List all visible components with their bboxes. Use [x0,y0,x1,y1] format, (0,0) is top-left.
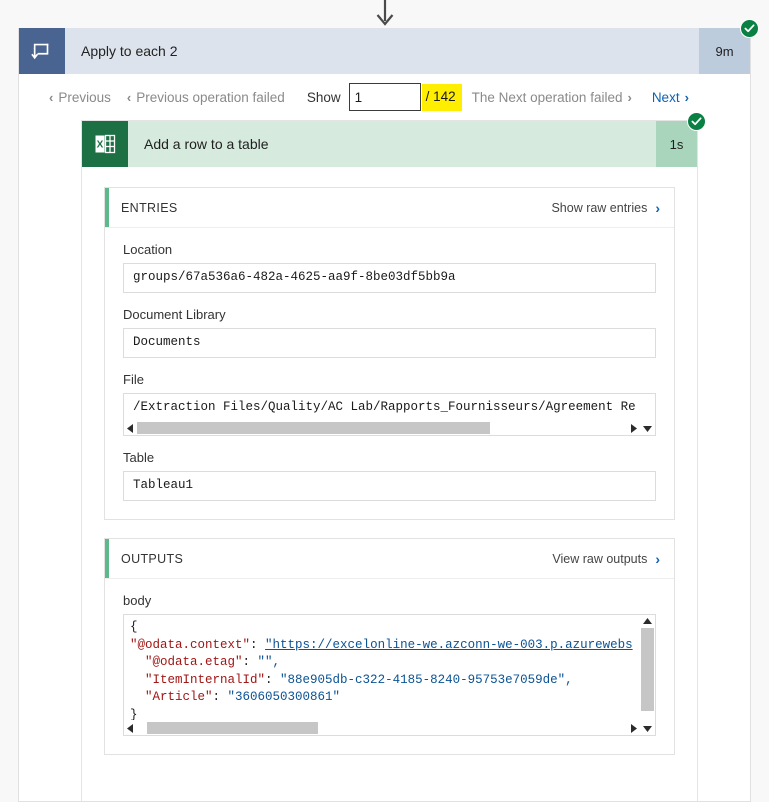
scrollbar-track[interactable] [137,721,627,735]
scrollbar-track[interactable] [640,394,655,422]
field-value[interactable]: Documents [123,328,656,358]
field-label: body [123,593,152,608]
scrollbar-thumb[interactable] [137,422,490,434]
next-button[interactable]: Next › [652,90,689,105]
code-line: "Article": "3606050300861" [130,690,341,704]
field-file-content: /Extraction Files/Quality/AC Lab/Rapport… [124,394,640,435]
scroll-right-icon[interactable] [627,721,640,735]
action-card-wrapper: X Add a row to a table 1s ENTRIES Show r… [81,112,706,801]
previous-failed-button[interactable]: ‹ Previous operation failed [127,90,285,105]
scrollbar-track[interactable] [137,421,627,435]
action-title: Add a row to a table [144,136,269,152]
outputs-body-code-box: { "@odata.context": "https://excelonline-… [123,614,656,736]
svg-text:X: X [97,140,104,151]
outputs-section-header: OUTPUTS View raw outputs › [105,539,674,579]
field-document-library: Document Library Documents [123,307,656,358]
code-line: "ItemInternalId": "88e905db-c322-4185-82… [130,672,573,687]
chevron-left-icon: ‹ [126,89,132,105]
code-line: { [130,620,138,634]
outputs-section: OUTPUTS View raw outputs › body { "@odata… [104,538,675,755]
next-failed-button[interactable]: The Next operation failed › [472,90,632,105]
view-raw-outputs-link[interactable]: View raw outputs › [552,552,660,566]
field-body: body { "@odata.context": "https://excelon… [123,593,656,736]
field-file-box: /Extraction Files/Quality/AC Lab/Rapport… [123,393,656,436]
vertical-scrollbar[interactable] [640,394,655,435]
chevron-right-icon: › [655,199,660,216]
action-body: ENTRIES Show raw entries › Location grou… [82,167,697,801]
scrollbar-thumb[interactable] [146,722,319,734]
scroll-right-icon[interactable] [627,421,640,435]
entries-section-title: ENTRIES [121,200,178,215]
code-line: "@odata.context": "https://excelonline-w… [130,637,633,652]
outputs-section-body: body { "@odata.context": "https://excelon… [105,579,674,754]
scroll-left-icon[interactable] [124,421,137,435]
check-circle-icon [740,19,759,38]
next-button-label: Next [651,89,680,105]
action-header[interactable]: X Add a row to a table 1s [82,112,706,167]
entries-section-header: ENTRIES Show raw entries › [105,188,674,228]
field-value[interactable]: /Extraction Files/Quality/AC Lab/Rapport… [124,394,640,420]
iteration-pager: ‹ Previous ‹ Previous operation failed S… [19,74,750,120]
previous-button[interactable]: ‹ Previous [49,90,111,105]
check-circle-icon [687,112,706,131]
scroll-down-icon[interactable] [640,422,655,435]
iteration-total-label: / 142 [421,83,462,111]
code-content-area: { "@odata.context": "https://excelonline-… [124,615,640,735]
horizontal-scrollbar[interactable] [124,420,640,435]
field-label: Table [123,450,155,465]
previous-button-label: Previous [58,89,111,105]
card-bottom-spacer [104,773,675,801]
show-raw-entries-label: Show raw entries [551,200,648,215]
scroll-down-icon[interactable] [640,722,655,735]
scroll-up-icon[interactable] [640,615,655,628]
chevron-right-icon: › [655,550,660,567]
iteration-index-input[interactable] [348,83,421,111]
scope-title: Apply to each 2 [81,43,178,59]
scrollbar-track[interactable] [640,628,655,722]
show-label: Show [306,89,341,105]
previous-failed-label: Previous operation failed [136,89,285,105]
scope-header[interactable]: Apply to each 2 9m [19,19,759,74]
loop-icon [19,28,65,74]
show-raw-entries-link[interactable]: Show raw entries › [551,201,660,215]
scroll-left-icon[interactable] [124,721,137,735]
code-line: } [130,707,138,721]
field-file: File /Extraction Files/Quality/AC Lab/Ra… [123,372,656,436]
entries-section-body: Location groups/67a536a6-482a-4625-aa9f-… [105,228,674,519]
code-text[interactable]: { "@odata.context": "https://excelonline-… [124,615,640,720]
field-label: Location [123,242,173,257]
chevron-right-icon: › [627,89,632,105]
field-table: Table Tableau1 [123,450,656,501]
horizontal-scrollbar[interactable] [124,720,640,735]
next-failed-label: The Next operation failed [471,89,623,105]
field-value[interactable]: Tableau1 [123,471,656,501]
flow-connector-arrow [0,0,769,28]
action-card-add-row: X Add a row to a table 1s ENTRIES Show r… [81,112,706,801]
excel-icon: X [82,121,128,167]
scrollbar-thumb[interactable] [641,628,654,711]
view-raw-outputs-label: View raw outputs [552,551,648,566]
scope-card-apply-to-each: Apply to each 2 9m ‹ Previous ‹ Previous… [18,19,759,802]
entries-section: ENTRIES Show raw entries › Location grou… [104,187,675,520]
field-label: Document Library [123,307,226,322]
field-label: File [123,372,144,387]
code-line: "@odata.etag": "", [130,655,281,669]
field-value[interactable]: groups/67a536a6-482a-4625-aa9f-8be03df5b… [123,263,656,293]
field-location: Location groups/67a536a6-482a-4625-aa9f-… [123,242,656,293]
chevron-right-icon: › [684,89,689,105]
outputs-section-title: OUTPUTS [121,551,184,566]
chevron-left-icon: ‹ [49,89,54,105]
vertical-scrollbar[interactable] [640,615,655,735]
